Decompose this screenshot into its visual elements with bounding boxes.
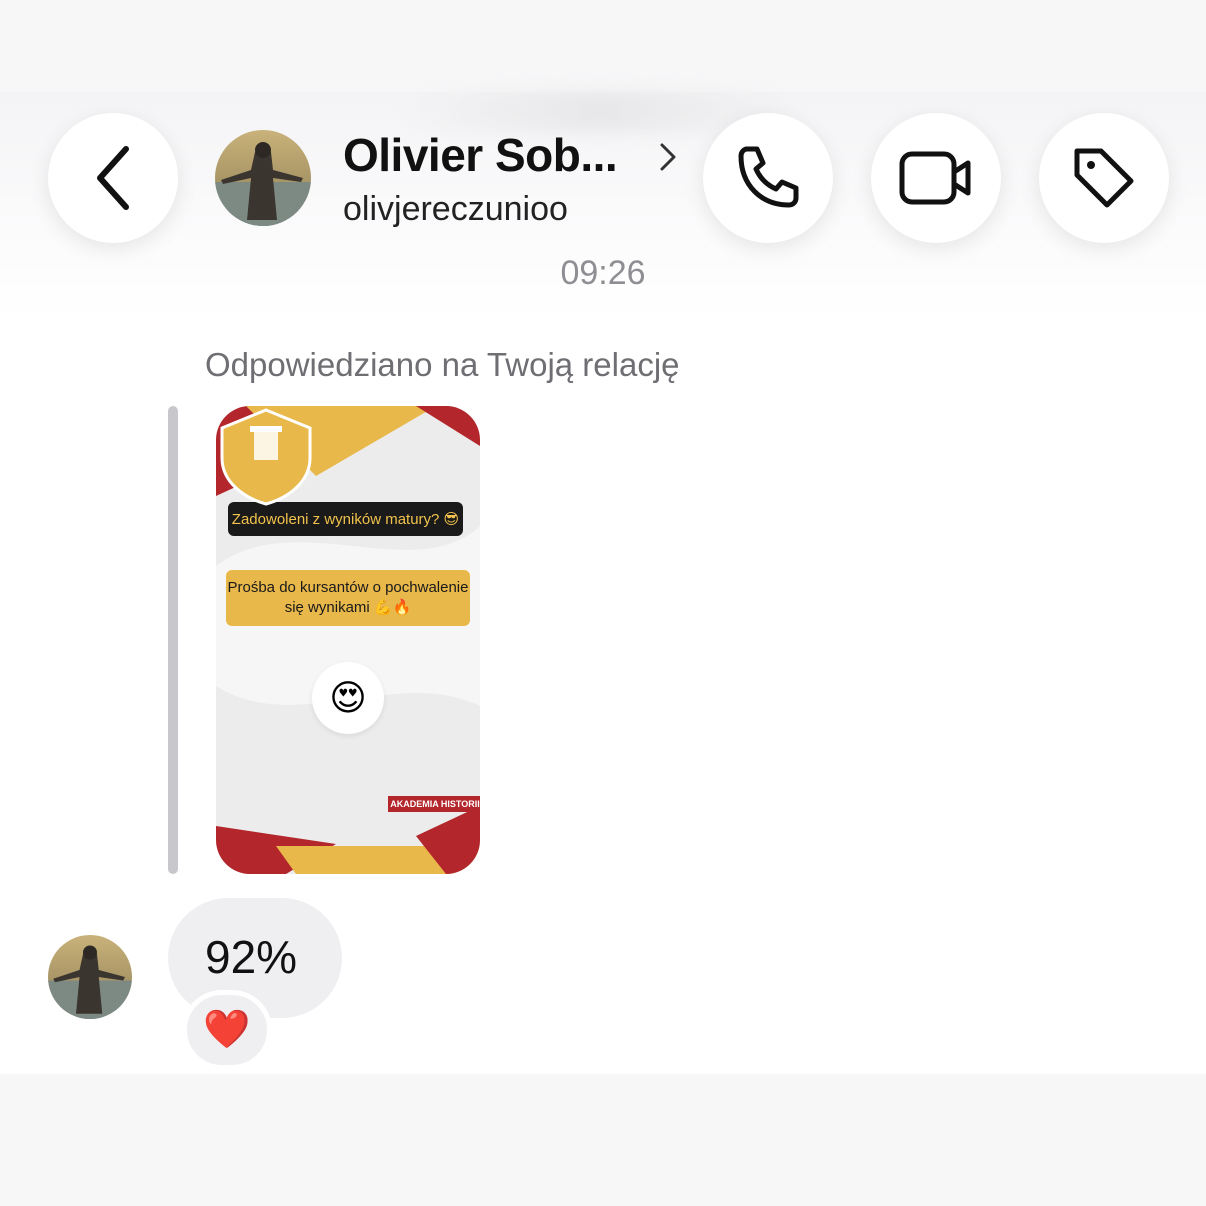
story-preview[interactable]: Zadowoleni z wyników matury? 😎 Prośba do… bbox=[216, 406, 480, 874]
back-button[interactable] bbox=[48, 113, 178, 243]
message-text: 92% bbox=[205, 931, 298, 983]
chevron-right-icon[interactable] bbox=[658, 142, 678, 177]
avatar-photo bbox=[48, 935, 132, 1019]
tag-button[interactable] bbox=[1039, 113, 1169, 243]
story-headline: Zadowoleni z wyników matury? 😎 bbox=[228, 502, 463, 536]
contact-avatar[interactable] bbox=[215, 130, 311, 226]
reply-quote-bar bbox=[168, 406, 178, 874]
phone-icon bbox=[738, 146, 799, 208]
story-reply-label: Odpowiedziano na Twoją relację bbox=[205, 346, 680, 383]
contact-name[interactable]: Olivier Sob... bbox=[343, 128, 618, 182]
chevron-left-icon bbox=[97, 146, 129, 210]
call-button[interactable] bbox=[703, 113, 833, 243]
academy-logo-text: AKADEMIA HISTORII bbox=[388, 796, 480, 812]
story-emoji-sticker: 😍 bbox=[312, 662, 384, 734]
video-camera-icon bbox=[899, 151, 971, 205]
video-call-button[interactable] bbox=[871, 113, 1001, 243]
top-band bbox=[0, 0, 1206, 92]
bottom-band bbox=[0, 1074, 1206, 1206]
message-timestamp: 09:26 bbox=[560, 254, 646, 292]
avatar-photo bbox=[215, 130, 311, 226]
tag-icon bbox=[1074, 148, 1134, 208]
story-request-text: Prośba do kursantów o pochwalenie się wy… bbox=[226, 570, 470, 626]
message-reaction[interactable]: ❤️ bbox=[182, 990, 272, 1070]
contact-username[interactable]: olivjereczunioo bbox=[343, 190, 568, 229]
sender-avatar[interactable] bbox=[48, 935, 132, 1019]
academy-shield-logo bbox=[220, 408, 312, 506]
